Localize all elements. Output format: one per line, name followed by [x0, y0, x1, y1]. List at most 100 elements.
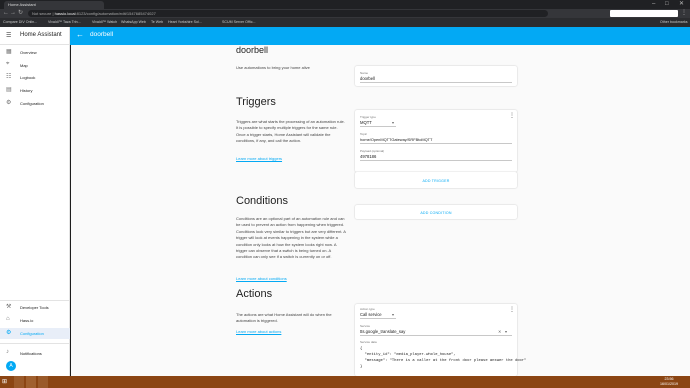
other-bookmarks[interactable]: Other bookmarks [660, 18, 688, 27]
taskbar-app-icon[interactable] [38, 376, 48, 388]
back-icon[interactable]: ← [3, 9, 9, 18]
minimize-icon[interactable]: – [652, 0, 655, 9]
actions-link[interactable]: Learn more about actions [236, 329, 281, 334]
sidebar-divider [0, 300, 70, 301]
name-field[interactable]: doorbell [360, 76, 375, 81]
browser-search-input[interactable] [610, 10, 678, 17]
bookmark-7[interactable]: SCUM Server Offic... [222, 18, 255, 27]
payload-label: Payload (optional) [360, 149, 385, 153]
sidebar-item-history[interactable]: ▤ History [0, 85, 70, 96]
url-path: :8123/config/automation/edit/15476854740… [75, 11, 156, 16]
taskbar-app-icon[interactable] [26, 376, 36, 388]
avatar[interactable]: A [6, 361, 16, 371]
sidebar-item-map[interactable]: ⌖ Map [0, 60, 70, 71]
logbook-icon: ☷ [6, 74, 12, 80]
action-card: ⋮ Action type Call service ▾ Service tts… [355, 304, 526, 376]
bookmark-6[interactable]: Heart Yorkshire Sol... [168, 18, 202, 27]
service-field[interactable]: tts.google_translate_say [360, 329, 405, 334]
taskbar-app-icon[interactable] [14, 376, 24, 388]
topic-label: Topic [360, 132, 368, 136]
field-underline [360, 160, 512, 161]
taskbar [0, 376, 690, 388]
name-field-label: Name [360, 71, 369, 75]
payload-field[interactable]: 4978186 [360, 154, 376, 159]
field-underline [360, 143, 512, 144]
sidebar-item-label: Configuration [20, 331, 44, 336]
dropdown-arrow-icon[interactable]: ▾ [392, 120, 394, 125]
bookmark-3[interactable]: Vivaldi™ Watch [92, 18, 117, 27]
conditions-link[interactable]: Learn more about conditions [236, 276, 287, 281]
action-type-select[interactable]: Call service [360, 312, 382, 317]
browser-tab[interactable]: Home Assistant [4, 1, 104, 9]
sidebar-item-notifications[interactable]: ♪ Notifications [0, 348, 70, 359]
reload-icon[interactable]: ↻ [18, 9, 23, 18]
sidebar-item-configuration-top[interactable]: ⚙ Configuration [0, 98, 70, 109]
sidebar-item-label: Notifications [20, 351, 42, 356]
clock-date: 16/01/2019 [660, 382, 678, 386]
actions-heading: Actions [236, 288, 273, 300]
actions-desc: The actions are what Home Assistant will… [236, 312, 332, 324]
sidebar-item-label: History [20, 88, 33, 93]
not-secure-label: Not secure [32, 11, 52, 16]
sidebar-item-configuration[interactable]: ⚙ Configuration [0, 328, 70, 339]
topic-field[interactable]: home/OpenMQTTGateway/SRFBtoMQTT [360, 137, 432, 142]
tab-title: Home Assistant [8, 2, 36, 7]
sidebar-item-logbook[interactable]: ☷ Logbook [0, 72, 70, 83]
add-condition-button[interactable]: ADD CONDITION [355, 211, 517, 215]
trigger-type-select[interactable]: MQTT [360, 120, 372, 125]
sidebar-item-label: Map [20, 63, 28, 68]
triggers-heading: Triggers [236, 96, 276, 108]
bookmark-1[interactable]: Compare DIV Onlin... [3, 18, 37, 27]
hamburger-menu-icon[interactable]: ☰ [6, 32, 11, 39]
bell-icon: ♪ [6, 349, 9, 355]
menu-icon[interactable]: ⋮ [681, 9, 687, 18]
bookmark-2[interactable]: Vivaldi™ Taza Trin... [48, 18, 81, 27]
back-arrow-icon[interactable]: ← [76, 30, 84, 39]
maximize-icon[interactable]: □ [665, 0, 669, 9]
bookmark-5[interactable]: Te Web [151, 18, 163, 27]
more-options-icon[interactable]: ⋮ [509, 306, 515, 313]
taskbar-clock[interactable]: 23:56 16/01/2019 [660, 377, 678, 387]
sidebar-item-overview[interactable]: ▦ Overview [0, 47, 70, 58]
service-data-editor[interactable]: { "entity_id": "media_player.whole_house… [360, 346, 526, 370]
bookmark-4[interactable]: WhatsApp Web [121, 18, 146, 27]
sidebar-divider [0, 343, 70, 344]
sidebar-item-label: Overview [20, 50, 37, 55]
conditions-desc: Conditions are an optional part of an au… [236, 216, 346, 260]
add-trigger-button[interactable]: ADD TRIGGER [355, 179, 517, 183]
sidebar-item-label: Logbook [20, 75, 36, 80]
sidebar-item-label: Developer Tools [20, 305, 49, 310]
dropdown-arrow-icon[interactable]: ▾ [505, 329, 507, 334]
map-icon: ⌖ [6, 61, 10, 67]
triggers-link[interactable]: Learn more about triggers [236, 156, 282, 161]
configuration-icon: ⚙ [6, 330, 12, 336]
sidebar-item-developer-tools[interactable]: ⚒ Developer Tools [0, 302, 70, 313]
trigger-card: ⋮ Trigger type MQTT ▾ Topic home/OpenMQT… [355, 110, 517, 172]
service-label: Service [360, 324, 371, 328]
windows-start-icon[interactable]: ⊞ [2, 378, 7, 385]
page-title: doorbell [90, 31, 114, 38]
conditions-heading: Conditions [236, 195, 288, 207]
clear-icon[interactable]: ✕ [498, 329, 501, 334]
automation-desc: Use automations to bring your home alive [236, 65, 310, 70]
dropdown-arrow-icon[interactable]: ▾ [392, 312, 394, 317]
close-icon[interactable]: ✕ [679, 0, 684, 9]
sidebar-item-hassio[interactable]: ⌂ Hass.io [0, 315, 70, 326]
hassio-icon: ⌂ [6, 316, 10, 322]
configuration-icon: ⚙ [6, 100, 12, 106]
forward-icon[interactable]: → [10, 9, 16, 18]
trigger-type-label: Trigger type [360, 115, 376, 119]
overview-icon: ▦ [6, 49, 12, 55]
more-options-icon[interactable]: ⋮ [509, 112, 515, 119]
sidebar-title: Home Assistant [20, 32, 62, 38]
field-underline [360, 335, 512, 336]
field-underline [360, 82, 512, 83]
url-host: hassio.local [54, 11, 76, 16]
automation-name-heading: doorbell [236, 45, 269, 55]
sidebar-item-label: Hass.io [20, 318, 34, 323]
field-underline [360, 318, 396, 319]
sidebar-item-label: Configuration [20, 101, 44, 106]
service-data-label: Service data [360, 340, 377, 344]
history-icon: ▤ [6, 87, 12, 93]
url-field[interactable]: Not secure | hassio.local:8123/config/au… [28, 10, 548, 17]
